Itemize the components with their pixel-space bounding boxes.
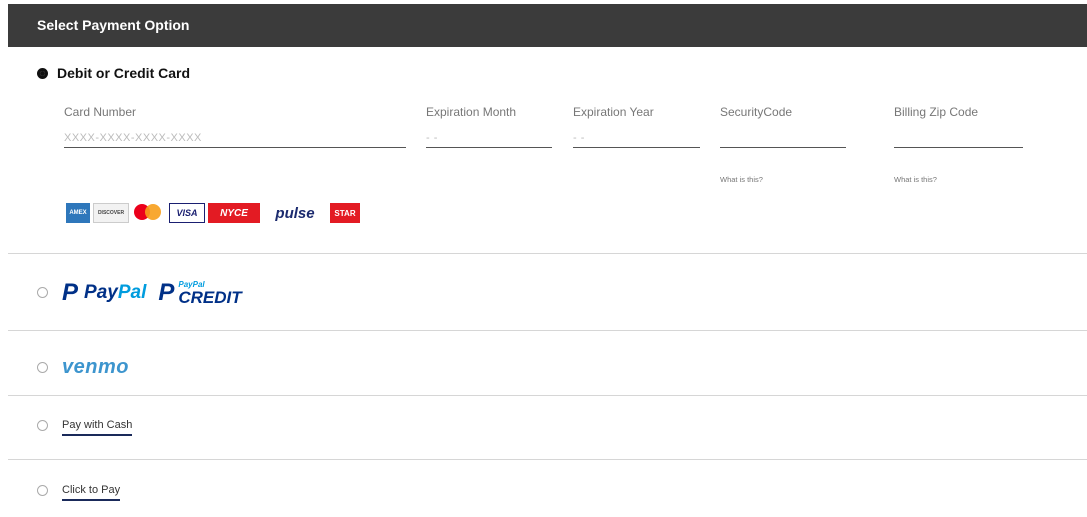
click-to-pay-link[interactable]: Click to Pay	[62, 484, 121, 501]
amex-icon: AMEX	[66, 203, 90, 223]
cash-radio[interactable]	[37, 420, 48, 431]
paypal-logo: P PayPal	[62, 279, 146, 307]
exp-month-field[interactable]: Expiration Month - -	[426, 105, 552, 148]
card-number-input[interactable]: XXXX-XXXX-XXXX-XXXX	[64, 128, 406, 148]
card-option-title: Debit or Credit Card	[57, 65, 191, 81]
cash-option[interactable]: Pay with Cash	[8, 396, 1087, 460]
panel-header: Select Payment Option	[8, 4, 1087, 47]
paypal-text-pal: Pal	[117, 282, 147, 303]
discover-icon: DISCOVER	[93, 203, 129, 223]
exp-year-label: Expiration Year	[573, 105, 654, 119]
venmo-option[interactable]: venmo	[8, 331, 1087, 396]
mastercard-icon	[132, 203, 166, 223]
paypal-text-pay: Pay	[84, 282, 118, 303]
security-code-input[interactable]	[720, 128, 846, 148]
paypal-logos: P PayPal P PayPal CREDIT	[62, 279, 242, 307]
billing-zip-help-link[interactable]: What is this?	[894, 175, 937, 184]
paypal-p-icon: P	[62, 279, 79, 306]
security-code-help-link[interactable]: What is this?	[720, 175, 763, 184]
exp-year-field[interactable]: Expiration Year - -	[573, 105, 700, 148]
exp-month-label: Expiration Month	[426, 105, 517, 119]
exp-year-select[interactable]: - -	[573, 128, 700, 148]
card-option: Debit or Credit Card Card Number XXXX-XX…	[8, 47, 1087, 254]
security-code-field[interactable]: SecurityCode	[720, 105, 846, 148]
paypal-radio[interactable]	[37, 287, 48, 298]
paypal-credit-p-icon: P	[158, 279, 175, 306]
pulse-icon: pulse	[275, 204, 315, 222]
payment-panel: Select Payment Option Debit or Credit Ca…	[8, 4, 1087, 517]
star-icon: STAR	[330, 203, 360, 223]
billing-zip-label: Billing Zip Code	[894, 105, 979, 119]
click-to-pay-radio[interactable]	[37, 485, 48, 496]
click-to-pay-option[interactable]: Click to Pay	[8, 460, 1087, 516]
venmo-logo: venmo	[62, 356, 129, 378]
venmo-radio[interactable]	[37, 362, 48, 373]
billing-zip-input[interactable]	[894, 128, 1023, 148]
security-code-label: SecurityCode	[720, 105, 793, 119]
paypal-option[interactable]: P PayPal P PayPal CREDIT	[8, 254, 1087, 331]
card-radio[interactable]	[37, 68, 48, 79]
card-number-label: Card Number	[64, 105, 137, 119]
card-brand-logos: AMEX DISCOVER VISA NYCE pulse STAR	[66, 201, 360, 225]
nyce-icon: NYCE	[208, 203, 260, 223]
visa-icon: VISA	[169, 203, 205, 223]
pay-with-cash-link[interactable]: Pay with Cash	[62, 419, 133, 436]
paypal-credit-logo: P PayPal CREDIT	[158, 279, 241, 307]
billing-zip-field[interactable]: Billing Zip Code	[894, 105, 1023, 148]
exp-month-select[interactable]: - -	[426, 128, 552, 148]
paypal-credit-big: CREDIT	[178, 287, 242, 307]
card-number-field[interactable]: Card Number XXXX-XXXX-XXXX-XXXX	[64, 105, 406, 148]
